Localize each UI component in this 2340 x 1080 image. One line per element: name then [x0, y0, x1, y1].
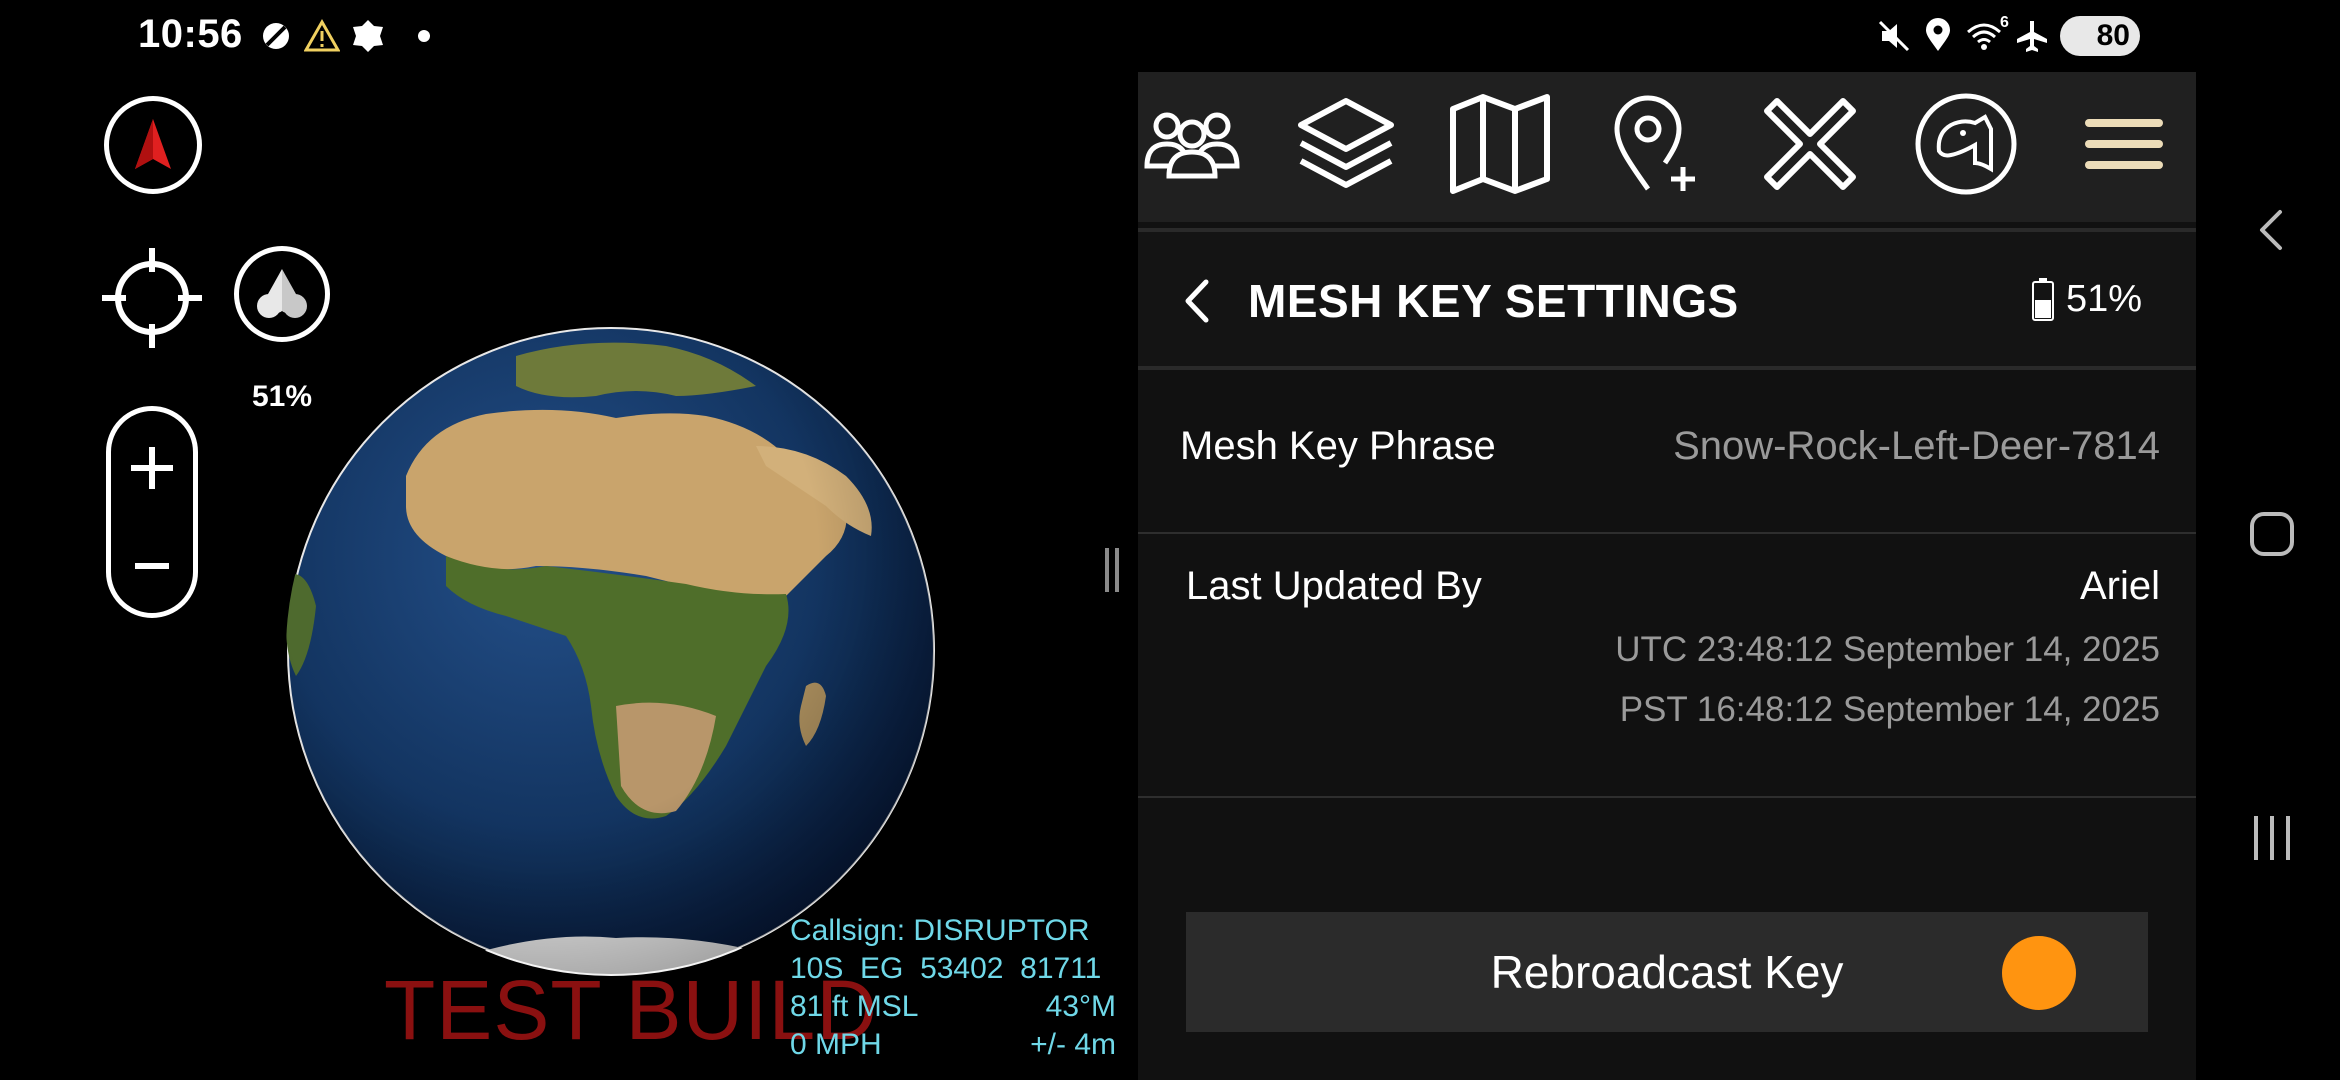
locate-me-button[interactable] — [100, 246, 204, 350]
back-arrow-icon[interactable] — [1178, 276, 1218, 326]
menu-button[interactable] — [2064, 84, 2184, 204]
layers-icon — [1298, 98, 1394, 188]
dog-logo-icon — [1915, 93, 2017, 195]
system-recents-icon[interactable] — [2248, 814, 2296, 862]
hud-heading: 43°M — [1045, 990, 1116, 1023]
status-bar: 10:56 6 80 — [0, 0, 2340, 72]
battery-level: 80 — [2096, 19, 2130, 52]
last-updated-utc: UTC 23:48:12 September 14, 2025 — [1615, 630, 2160, 669]
mesh-logo-icon — [257, 269, 307, 318]
hud-grid: 10S EG 53402 81711 — [790, 952, 1102, 985]
dot-icon — [418, 30, 430, 42]
last-updated-row: Last Updated By Ariel UTC 23:48:12 Septe… — [1138, 534, 2196, 796]
contacts-icon — [1144, 112, 1240, 179]
top-toolbar — [1138, 72, 2196, 222]
hud-speed: 0 MPH — [790, 1028, 882, 1061]
airplane-icon — [2017, 21, 2047, 52]
no-disturb-icon — [263, 23, 289, 49]
system-home-icon[interactable] — [2248, 510, 2296, 558]
settings-header: MESH KEY SETTINGS 51% — [1138, 228, 2196, 370]
contacts-button[interactable] — [1132, 84, 1252, 204]
mute-icon — [1878, 20, 1910, 52]
position-hud: Callsign: DISRUPTOR 10S EG 53402 81711 8… — [790, 912, 1116, 1064]
location-icon — [1926, 18, 1950, 51]
map-icon — [1450, 94, 1550, 194]
add-waypoint-button[interactable] — [1598, 84, 1718, 204]
page-title: MESH KEY SETTINGS — [1248, 275, 1739, 327]
mesh-key-value: Snow-Rock-Left-Deer-7814 — [1673, 424, 2160, 468]
close-button[interactable] — [1750, 84, 1870, 204]
last-updated-by: Ariel — [2079, 564, 2160, 608]
earth-globe — [286, 327, 935, 976]
shield-badge-icon — [353, 20, 383, 52]
clock: 10:56 — [138, 12, 243, 56]
device-battery-percent: 51% — [2066, 278, 2143, 320]
system-back-icon[interactable] — [2248, 206, 2296, 254]
hud-callsign: Callsign: DISRUPTOR — [790, 914, 1090, 947]
settings-panel: MESH KEY SETTINGS 51% Mesh Key Phrase Sn… — [1138, 72, 2196, 1080]
wifi-badge: 6 — [2000, 14, 2009, 31]
compass-button[interactable] — [104, 96, 202, 194]
layers-button[interactable] — [1286, 84, 1406, 204]
warning-icon — [304, 18, 340, 52]
battery-icon — [2032, 278, 2054, 321]
rebroadcast-status-indicator[interactable] — [2002, 936, 2076, 1010]
zoom-in-icon[interactable] — [125, 441, 179, 495]
crosshair-icon — [102, 248, 202, 348]
row-divider — [1138, 796, 2196, 798]
add-waypoint-icon — [1614, 95, 1695, 191]
hamburger-menu-icon — [2085, 119, 2163, 169]
hud-accuracy: +/- 4m — [1030, 1028, 1116, 1061]
battery-indicator: 80 — [2060, 16, 2140, 56]
last-updated-pst: PST 16:48:12 September 14, 2025 — [1619, 690, 2160, 729]
rebroadcast-key-button[interactable]: Rebroadcast Key — [1186, 912, 2148, 1032]
last-updated-label: Last Updated By — [1186, 564, 1482, 608]
north-arrow-icon — [135, 119, 171, 169]
map-button[interactable] — [1440, 84, 1560, 204]
globe-map[interactable] — [286, 326, 936, 976]
mesh-key-label: Mesh Key Phrase — [1180, 424, 1496, 468]
close-icon — [1764, 98, 1856, 190]
dog-tracker-button[interactable] — [1906, 84, 2026, 204]
zoom-out-icon[interactable] — [125, 551, 179, 581]
panel-resize-handle[interactable] — [1103, 548, 1121, 592]
wifi-icon — [1967, 23, 2001, 50]
hud-altitude: 81 ft MSL — [790, 990, 919, 1023]
zoom-control — [106, 406, 198, 618]
mesh-battery-percent: 51% — [252, 380, 313, 413]
mesh-device-button[interactable] — [234, 246, 330, 342]
